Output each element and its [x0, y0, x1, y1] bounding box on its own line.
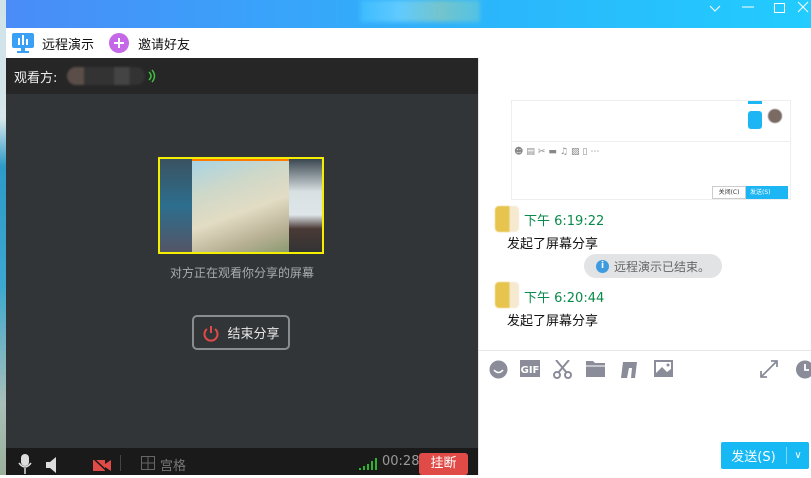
minimize-icon	[742, 6, 754, 8]
music-note-icon	[621, 362, 637, 378]
monitor-chart-icon	[12, 33, 34, 53]
sharing-status: 对方正在观看你分享的屏幕	[169, 266, 314, 280]
chevron-down-icon	[709, 5, 721, 12]
clock-icon	[796, 360, 811, 379]
viewer-label: 观看方:	[14, 70, 58, 86]
shared-screen-preview	[158, 157, 324, 254]
chat-toolbar: GIF	[489, 359, 811, 383]
expand-input-button[interactable]	[760, 360, 778, 382]
system-message: i 远程演示已结束。	[584, 254, 722, 278]
hangup-button[interactable]: 挂断	[419, 453, 468, 475]
grid-view-button[interactable]	[141, 456, 155, 474]
camera-button[interactable]	[92, 457, 111, 478]
gif-icon: GIF	[520, 360, 540, 377]
minimize-button[interactable]	[733, 0, 763, 28]
image-icon	[654, 360, 673, 377]
music-button[interactable]	[620, 360, 639, 382]
chat-screenshot-image[interactable]: ☻▤✂▬♫▨▯⋯ 关闭(C) 发送(S)	[511, 100, 791, 200]
info-icon: i	[596, 259, 609, 273]
viewer-avatar-blurred	[67, 67, 146, 85]
maximize-icon	[774, 3, 785, 13]
grid-view-label: 宫格	[160, 459, 187, 474]
remote-demo-label: 远程演示	[42, 37, 95, 53]
screenshot-button[interactable]	[553, 359, 572, 383]
message-time: 下午 6:19:22	[524, 214, 605, 229]
emoji-icon	[489, 360, 508, 379]
history-button[interactable]	[795, 360, 811, 383]
avatar[interactable]	[495, 206, 519, 232]
signal-strength-icon	[359, 458, 377, 474]
end-share-button[interactable]: 结束分享	[192, 315, 290, 350]
close-button[interactable]	[794, 0, 811, 28]
call-controls: 宫格 00:28 挂断	[6, 448, 478, 475]
invite-friends-label: 邀请好友	[138, 37, 191, 53]
input-divider	[479, 350, 811, 351]
screen-share-panel: 观看方: 对方正在观看你分享的屏幕 结束分享 宫格 00:28 挂断	[6, 58, 478, 475]
message-text: 发起了屏幕分享	[507, 237, 599, 252]
microphone-icon	[18, 454, 32, 474]
invite-friends-button[interactable]: 邀请好友	[108, 32, 190, 54]
end-share-label: 结束分享	[227, 327, 280, 342]
viewer-header: 观看方:	[6, 58, 478, 94]
emoji-button[interactable]	[489, 360, 508, 383]
scissors-icon	[553, 359, 572, 379]
message-time: 下午 6:20:44	[524, 291, 605, 306]
system-message-text: 远程演示已结束。	[614, 259, 711, 274]
snapshot-send-label: 发送(S)	[746, 186, 788, 199]
send-button[interactable]: 发送(S) ∨	[721, 442, 809, 469]
chat-panel: ☻▤✂▬♫▨▯⋯ 关闭(C) 发送(S) 下午 6:19:22 发起了屏幕分享 …	[478, 58, 811, 475]
gif-button[interactable]: GIF	[520, 360, 540, 381]
send-label: 发送(S)	[731, 450, 776, 465]
dropdown-button[interactable]	[700, 0, 730, 28]
maximize-button[interactable]	[764, 0, 794, 28]
title-bar	[6, 0, 811, 28]
svg-text:GIF: GIF	[521, 365, 540, 376]
grid-icon	[141, 456, 155, 470]
blurred-title	[360, 0, 480, 22]
power-icon	[203, 325, 219, 342]
add-friend-icon	[109, 33, 130, 53]
avatar[interactable]	[495, 282, 519, 308]
remote-demo-button[interactable]: 远程演示	[12, 33, 94, 53]
camera-off-icon	[92, 457, 111, 475]
divider	[120, 455, 121, 471]
message-text: 发起了屏幕分享	[507, 314, 599, 329]
speaking-icon	[148, 69, 156, 83]
toolbar: 远程演示 邀请好友	[6, 28, 811, 58]
call-duration: 00:28	[382, 454, 420, 469]
close-icon	[797, 1, 809, 13]
image-button[interactable]	[654, 360, 673, 381]
speaker-button[interactable]	[46, 457, 58, 477]
microphone-button[interactable]	[18, 454, 32, 478]
snapshot-close-label: 关闭(C)	[712, 186, 746, 199]
folder-icon	[586, 361, 605, 377]
file-button[interactable]	[586, 360, 605, 381]
call-window: 远程演示 邀请好友 观看方: 对方正在观看你分享的屏幕 结束分享 宫格 00:2…	[6, 0, 811, 475]
send-options-chevron-icon[interactable]: ∨	[787, 450, 809, 461]
speaker-icon	[46, 457, 56, 473]
expand-icon	[760, 360, 778, 378]
